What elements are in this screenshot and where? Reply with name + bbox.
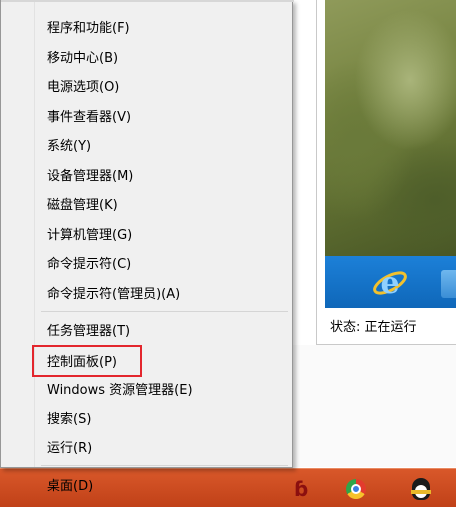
red-glyph-icon: ɓ <box>294 477 309 501</box>
menu-item-disk-management[interactable]: 磁盘管理(K) <box>39 189 289 218</box>
menu-item-search[interactable]: 搜索(S) <box>39 403 289 432</box>
chrome-taskbar-button[interactable] <box>336 473 376 505</box>
menu-item-command-prompt-admin[interactable]: 命令提示符(管理员)(A) <box>39 278 289 307</box>
window-lower-area <box>291 345 456 467</box>
menu-item-file-explorer[interactable]: Windows 资源管理器(E) <box>39 374 289 403</box>
chrome-icon-center <box>351 484 361 494</box>
menu-top-edge <box>1 0 294 2</box>
menu-item-event-viewer[interactable]: 事件查看器(V) <box>39 101 289 130</box>
menu-item-device-manager[interactable]: 设备管理器(M) <box>39 160 289 189</box>
internet-explorer-icon[interactable]: e <box>369 262 411 302</box>
wallpaper-preview <box>325 0 456 256</box>
menu-item-system[interactable]: 系统(Y) <box>39 130 289 159</box>
app-tile-partial[interactable] <box>441 270 456 298</box>
status-text: 状态: 正在运行 <box>330 320 417 335</box>
menu-separator <box>41 311 288 312</box>
app-tile-strip: e <box>325 256 456 308</box>
svg-text:e: e <box>380 266 399 301</box>
panel-divider <box>316 0 317 345</box>
win-x-context-menu: 程序和功能(F) 移动中心(B) 电源选项(O) 事件查看器(V) 系统(Y) … <box>0 0 294 494</box>
menu-item-programs-features[interactable]: 程序和功能(F) <box>39 12 289 41</box>
menu-item-mobility-center[interactable]: 移动中心(B) <box>39 42 289 71</box>
menu-separator <box>41 465 288 466</box>
menu-item-task-manager[interactable]: 任务管理器(T) <box>39 315 289 344</box>
menu-item-run[interactable]: 运行(R) <box>39 432 289 461</box>
menu-item-power-options[interactable]: 电源选项(O) <box>39 71 289 100</box>
menu-item-desktop[interactable]: 桌面(D) <box>39 470 289 499</box>
qq-taskbar-button[interactable] <box>400 473 440 505</box>
control-panel-highlight <box>32 345 142 377</box>
menu-item-computer-management[interactable]: 计算机管理(G) <box>39 219 289 248</box>
menu-item-command-prompt[interactable]: 命令提示符(C) <box>39 248 289 277</box>
qq-icon-scarf <box>411 490 431 494</box>
taskbar-app-button[interactable]: ɓ <box>292 473 332 505</box>
menu-gutter <box>1 0 35 467</box>
